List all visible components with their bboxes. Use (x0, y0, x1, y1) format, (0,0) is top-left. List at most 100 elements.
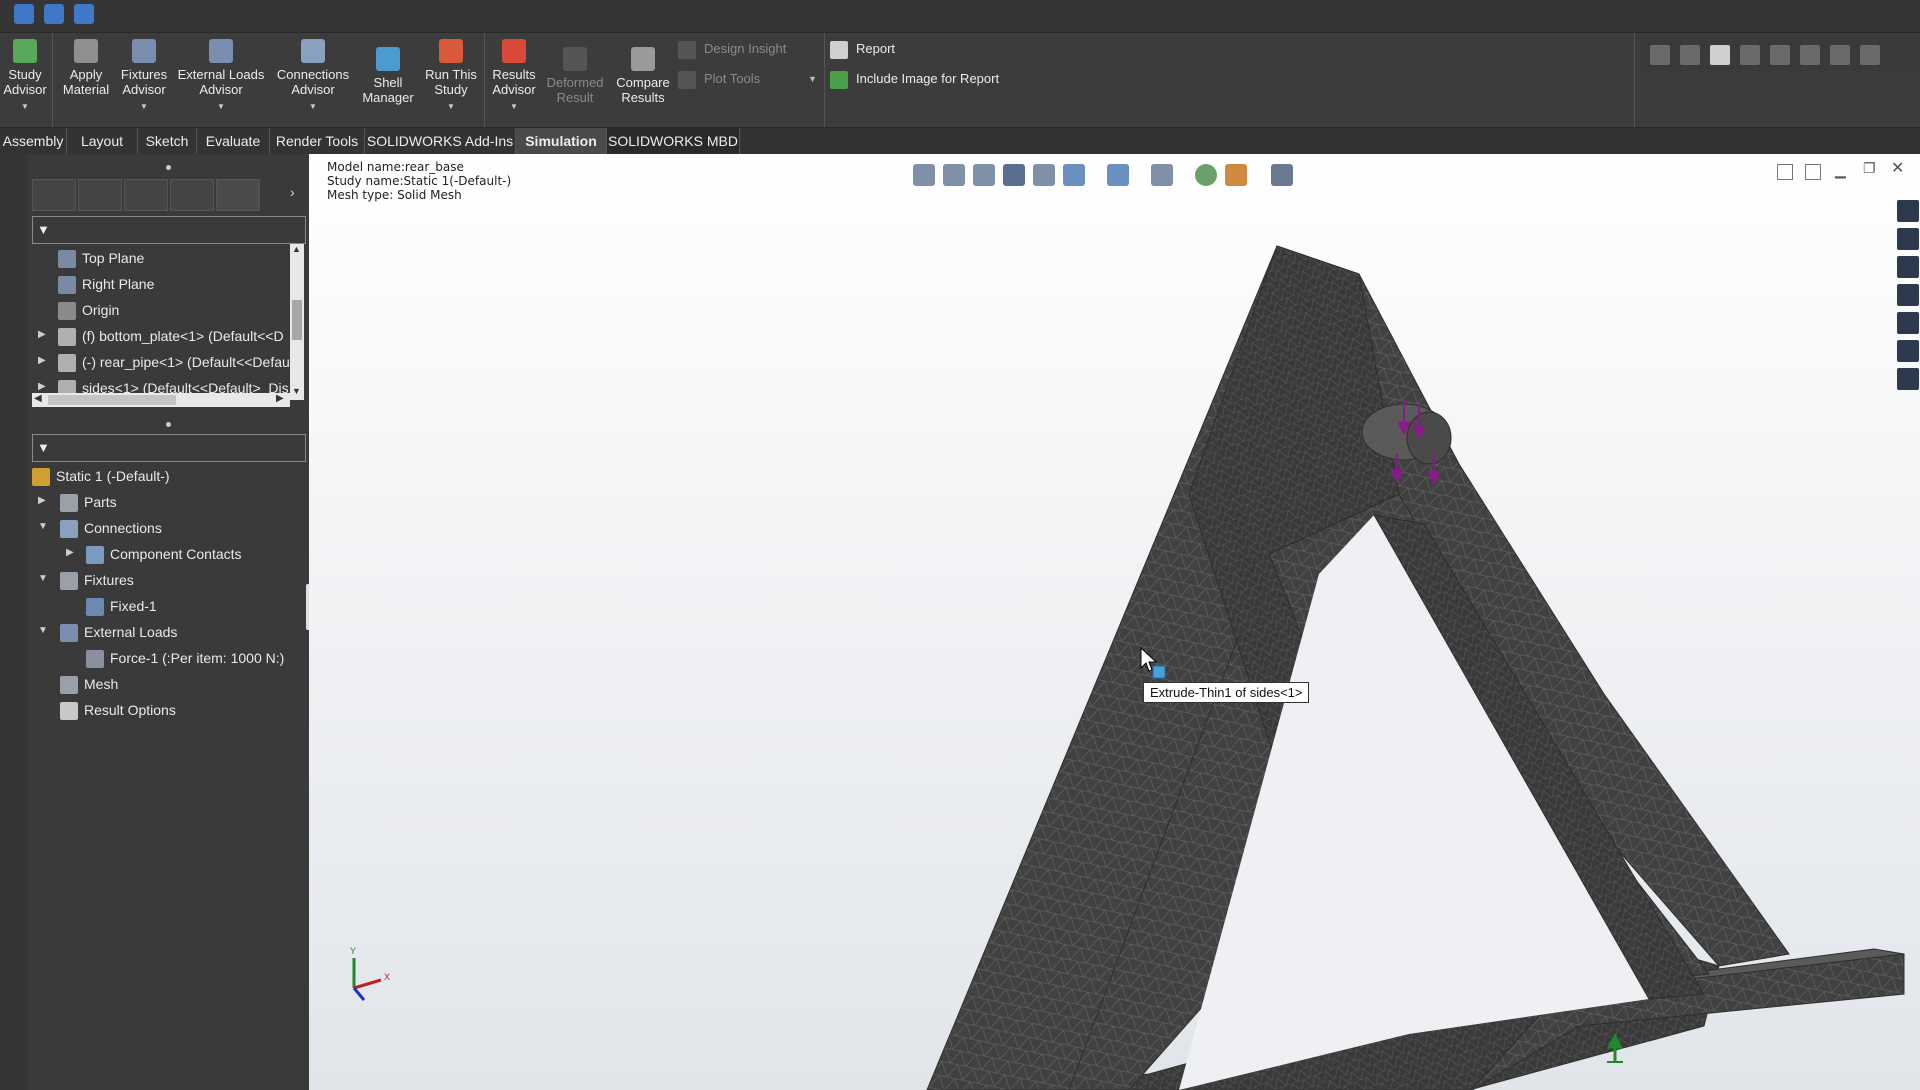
study-advisor-button[interactable]: Study Advisor ▼ (0, 37, 50, 123)
splitter-handle[interactable] (166, 165, 171, 170)
tree-item-origin[interactable]: Origin (58, 298, 119, 322)
fixture-icon (60, 572, 78, 591)
chevron-down-icon[interactable]: ▼ (176, 99, 266, 114)
plot-tools-icon (678, 70, 696, 89)
deformed-result-button[interactable]: Deformed Result (544, 45, 606, 131)
save-icon[interactable] (74, 4, 94, 24)
tab-assembly[interactable]: Assembly (0, 128, 67, 154)
display-manager-tab-icon[interactable] (216, 179, 260, 211)
collapse-arrow-icon[interactable]: ▼ (38, 567, 50, 591)
expand-arrow-icon[interactable]: ▶ (38, 323, 50, 347)
splitter-handle[interactable] (166, 422, 171, 427)
tree-item-bottom-plate[interactable]: (f) bottom_plate<1> (Default<<D (58, 324, 284, 348)
apply-material-button[interactable]: Apply Material (56, 37, 116, 123)
open-document-icon[interactable] (44, 4, 64, 24)
tree-item-parts[interactable]: Parts (60, 490, 117, 514)
tree-item-fixtures[interactable]: Fixtures (60, 568, 134, 592)
parts-icon (60, 494, 78, 513)
external-loads-advisor-button[interactable]: External Loads Advisor ▼ (176, 37, 266, 123)
tree-item-force-1[interactable]: Force-1 (:Per item: 1000 N:) (86, 646, 284, 670)
scroll-down-arrow-icon[interactable]: ▼ (292, 386, 301, 396)
scrollbar-thumb[interactable] (292, 300, 302, 340)
dimxpert-tab-icon[interactable] (170, 179, 214, 211)
tree-item-rear-pipe[interactable]: (-) rear_pipe<1> (Default<<Defau (58, 350, 290, 374)
tab-solidworks-add-ins[interactable]: SOLIDWORKS Add-Ins (365, 128, 516, 154)
tree-filter-input[interactable]: ▼ (32, 216, 306, 244)
tree-item-right-plane[interactable]: Right Plane (58, 272, 154, 296)
property-manager-tab-icon[interactable] (78, 179, 122, 211)
plot-tools-dropdown[interactable]: ▼ (808, 68, 817, 90)
tree-item-fixed-1[interactable]: Fixed-1 (86, 594, 157, 618)
new-document-icon[interactable] (14, 4, 34, 24)
chevron-down-icon[interactable]: ▼ (488, 99, 540, 114)
scroll-left-arrow-icon[interactable]: ◀ (34, 393, 42, 404)
report-icon (830, 40, 848, 59)
collapse-arrow-icon[interactable]: ▼ (38, 619, 50, 643)
design-insight-button[interactable]: Design Insight (678, 38, 786, 60)
triad-axis (352, 958, 382, 1001)
toolbar-tool-icon[interactable] (1830, 45, 1850, 65)
filter-icon: ▼ (37, 440, 50, 455)
toolbar-tool-icon[interactable] (1650, 45, 1670, 65)
toolbar-tool-icon[interactable] (1740, 45, 1760, 65)
chevron-down-icon[interactable]: ▼ (116, 99, 172, 114)
toolbar-tool-icon[interactable] (1800, 45, 1820, 65)
graphics-viewport[interactable]: Model name:rear_base Study name:Static 1… (309, 154, 1920, 1090)
chevron-down-icon[interactable]: ▼ (0, 99, 50, 114)
plane-icon (58, 250, 76, 269)
chevron-down-icon[interactable]: ▼ (270, 99, 356, 114)
toolbar-tool-icon[interactable] (1680, 45, 1700, 65)
run-study-icon (439, 39, 463, 63)
mesh-icon (60, 676, 78, 695)
toolbar-tool-icon[interactable] (1710, 45, 1730, 65)
tab-solidworks-mbd[interactable]: SOLIDWORKS MBD (607, 128, 740, 154)
shell-manager-button[interactable]: Shell Manager (360, 45, 416, 131)
design-insight-icon (678, 40, 696, 59)
mesh-model[interactable] (309, 154, 1920, 1090)
tab-layout[interactable]: Layout (67, 128, 138, 154)
expand-arrow-icon[interactable]: ▶ (66, 541, 78, 565)
toolbar-tool-icon[interactable] (1770, 45, 1790, 65)
fixed-geometry-icon (86, 598, 104, 617)
chevron-right-icon[interactable]: › (290, 184, 295, 200)
tree-item-result-options[interactable]: Result Options (60, 698, 176, 722)
filter-icon: ▼ (37, 222, 50, 237)
tree-item-external-loads[interactable]: External Loads (60, 620, 177, 644)
scroll-right-arrow-icon[interactable]: ▶ (276, 393, 284, 404)
report-button[interactable]: Report (830, 38, 895, 60)
scrollbar-thumb[interactable] (48, 395, 176, 405)
include-image-button[interactable]: Include Image for Report (830, 68, 999, 90)
compare-results-button[interactable]: Compare Results (610, 45, 676, 131)
tree-vertical-scrollbar[interactable]: ▲ ▼ (290, 244, 304, 400)
expand-arrow-icon[interactable]: ▶ (38, 349, 50, 373)
collapse-arrow-icon[interactable]: ▼ (38, 515, 50, 539)
tab-simulation[interactable]: Simulation (516, 128, 607, 154)
configuration-manager-tab-icon[interactable] (124, 179, 168, 211)
results-advisor-button[interactable]: Results Advisor ▼ (488, 37, 540, 123)
tree-item-component-contacts[interactable]: Component Contacts (86, 542, 242, 566)
tree-horizontal-scrollbar[interactable]: ◀ ▶ (32, 393, 290, 407)
tree-item-mesh[interactable]: Mesh (60, 672, 118, 696)
ribbon-divider (824, 33, 825, 127)
connections-advisor-button[interactable]: Connections Advisor ▼ (270, 37, 356, 123)
fixtures-advisor-button[interactable]: Fixtures Advisor ▼ (116, 37, 172, 123)
cursor-selection-marker (1152, 665, 1166, 679)
toolbar-tool-icon[interactable] (1860, 45, 1880, 65)
study-icon (32, 468, 50, 487)
connections-icon (60, 520, 78, 539)
scroll-up-arrow-icon[interactable]: ▲ (292, 244, 301, 254)
chevron-down-icon[interactable]: ▼ (420, 99, 482, 114)
study-filter-input[interactable]: ▼ (32, 434, 306, 462)
tab-evaluate[interactable]: Evaluate (197, 128, 270, 154)
expand-arrow-icon[interactable]: ▶ (38, 489, 50, 513)
connections-icon (301, 39, 325, 63)
material-icon (74, 39, 98, 63)
tree-item-static-study[interactable]: Static 1 (-Default-) (32, 464, 170, 488)
run-this-study-button[interactable]: Run This Study ▼ (420, 37, 482, 123)
tab-render-tools[interactable]: Render Tools (270, 128, 365, 154)
tree-item-top-plane[interactable]: Top Plane (58, 246, 144, 270)
feature-manager-tab-icon[interactable] (32, 179, 76, 211)
tab-sketch[interactable]: Sketch (138, 128, 197, 154)
tree-item-connections[interactable]: Connections (60, 516, 162, 540)
plot-tools-button[interactable]: Plot Tools (678, 68, 760, 90)
